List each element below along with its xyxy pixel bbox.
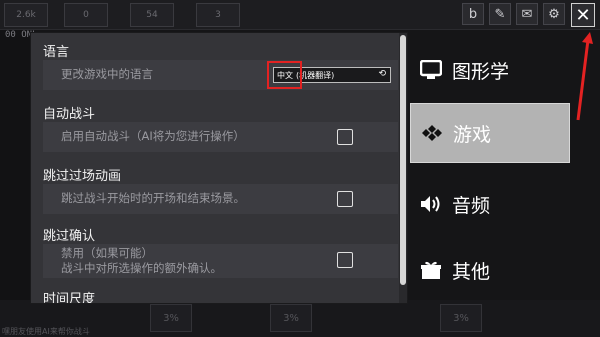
- close-button[interactable]: ✕: [571, 3, 595, 27]
- tab-audio[interactable]: 音频: [410, 174, 570, 234]
- top-slot[interactable]: 3: [196, 3, 240, 27]
- arrow-icon: [576, 32, 593, 121]
- skip-confirm-checkbox[interactable]: [337, 252, 353, 268]
- mail-icon[interactable]: ✉: [516, 3, 538, 25]
- tab-game[interactable]: 游戏: [410, 103, 570, 163]
- tip-text: 嘿朋友使用AI来帮你战斗: [2, 327, 90, 336]
- setting-label-auto-battle: 启用自动战斗（AI将为您进行操作）: [61, 129, 245, 143]
- slot-value: 0: [83, 10, 89, 20]
- settings-panel: 语言 更改游戏中的语言 中文 (机器翻译) ⟲ 自动战斗 启用自动战斗（AI将为…: [30, 32, 408, 304]
- b-logo-icon[interactable]: b: [462, 3, 484, 25]
- slot-value: 54: [146, 10, 158, 20]
- scrollbar-thumb[interactable]: [400, 35, 406, 285]
- top-slot[interactable]: 2.6k: [4, 3, 48, 27]
- top-bar: 2.6k 0 54 3 b ✎ ✉ ⚙: [0, 0, 600, 30]
- auto-battle-checkbox[interactable]: [337, 129, 353, 145]
- slot-value: 3: [215, 10, 221, 20]
- tab-label: 游戏: [453, 123, 492, 146]
- skip-cutscenes-checkbox[interactable]: [337, 191, 353, 207]
- scrollbar[interactable]: [399, 33, 407, 303]
- setting-title-skip-confirm: 跳过确认: [43, 229, 96, 244]
- speaker-icon: [418, 194, 444, 214]
- setting-title-skip-cutscenes: 跳过过场动画: [43, 169, 122, 184]
- tile-value: 3%: [453, 312, 469, 324]
- close-icon: ✕: [575, 4, 591, 26]
- top-slot[interactable]: 54: [130, 3, 174, 27]
- setting-title-time-scale: 时间尺度: [43, 292, 96, 304]
- setting-label-language: 更改游戏中的语言: [61, 67, 153, 81]
- slot-value: 2.6k: [16, 10, 36, 20]
- tab-other[interactable]: 其他: [410, 240, 570, 300]
- tab-label: 其他: [452, 260, 491, 283]
- left-strip: [0, 30, 30, 330]
- highlight-box: [267, 61, 302, 89]
- cycle-icon: ⟲: [378, 69, 386, 79]
- setting-label-skip-cutscenes: 跳过战斗开始时的开场和结束场景。: [61, 191, 245, 205]
- setting-label-skip-confirm-2: 战斗中对所选操作的额外确认。: [61, 261, 222, 275]
- setting-title-language: 语言: [43, 45, 70, 60]
- top-slot[interactable]: 0: [64, 3, 108, 27]
- tab-graphics[interactable]: 图形学: [410, 40, 570, 100]
- tile-value: 3%: [283, 312, 299, 324]
- tools-icon[interactable]: ✎: [489, 3, 511, 25]
- setting-label-skip-confirm-1: 禁用（如果可能）: [61, 246, 153, 260]
- tab-label: 音频: [452, 194, 491, 217]
- setting-title-auto-battle: 自动战斗: [43, 107, 96, 122]
- tab-label: 图形学: [452, 60, 510, 83]
- gift-icon: [418, 260, 444, 280]
- gamepad-icon: [419, 123, 445, 143]
- tile-value: 3%: [163, 312, 179, 324]
- gear-icon[interactable]: ⚙: [543, 3, 565, 25]
- monitor-icon: [418, 60, 444, 80]
